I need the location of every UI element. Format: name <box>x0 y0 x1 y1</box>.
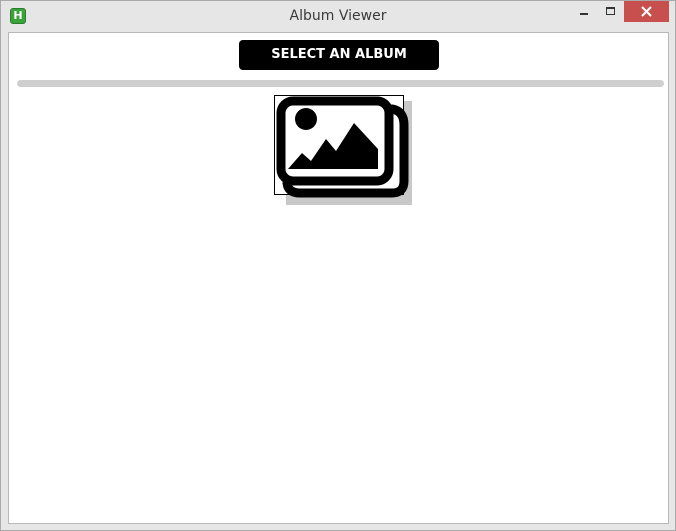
separator <box>17 80 664 87</box>
close-button[interactable] <box>624 1 669 22</box>
minimize-button[interactable] <box>570 1 597 22</box>
client-area: SELECT AN ALBUM <box>8 32 669 524</box>
title-bar[interactable]: H Album Viewer <box>1 1 675 31</box>
minimize-icon <box>580 13 588 15</box>
maximize-icon <box>606 7 615 15</box>
close-icon <box>641 6 652 17</box>
select-album-button[interactable]: SELECT AN ALBUM <box>239 40 439 70</box>
maximize-button[interactable] <box>597 1 624 22</box>
sun-shape <box>295 108 317 130</box>
image-gallery-icon[interactable] <box>274 95 412 205</box>
app-window: H Album Viewer SELECT AN ALBUM <box>0 0 676 531</box>
